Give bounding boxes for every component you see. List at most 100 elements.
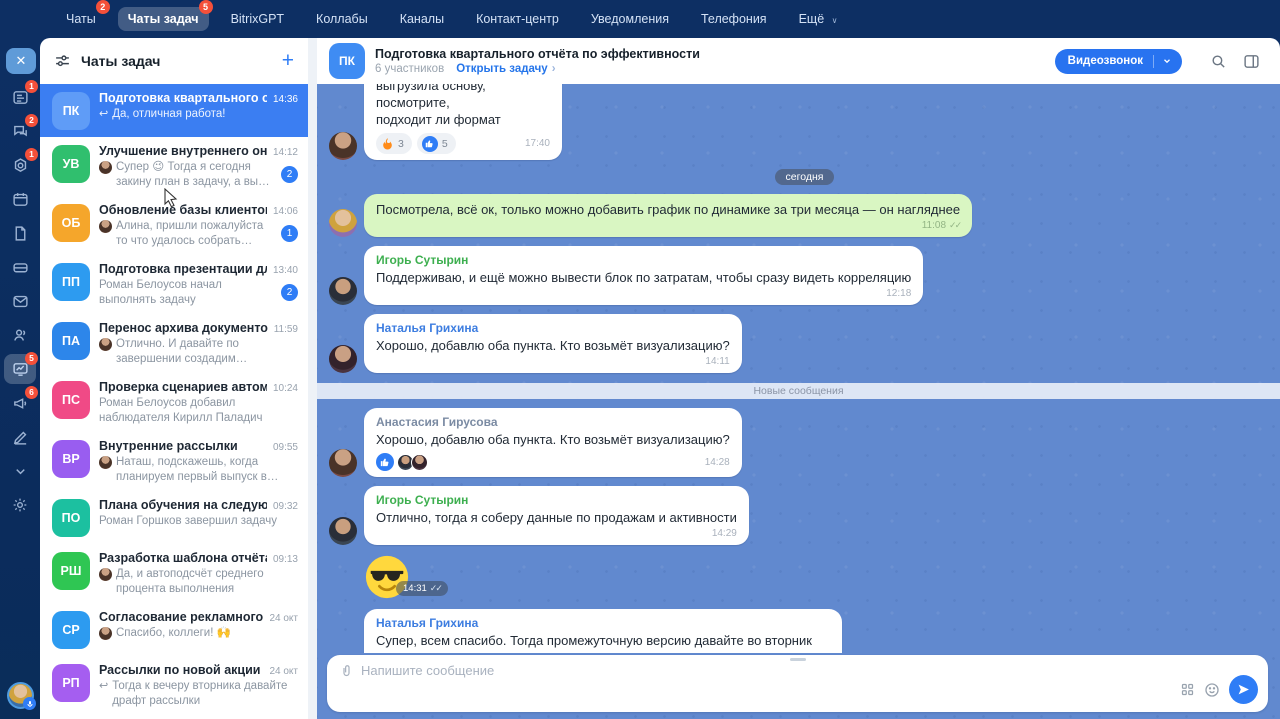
topnav-tab-label: Уведомления	[591, 12, 669, 26]
sidebar-settings-button[interactable]	[4, 490, 36, 520]
chat-list-item[interactable]: ПА Перенос архива документов 11:59 Отлич…	[40, 314, 308, 373]
mail-icon	[12, 293, 29, 310]
open-task-link[interactable]: Открыть задачу›	[456, 63, 555, 75]
create-chat-button[interactable]: +	[282, 51, 294, 71]
chat-title: Обновление базы клиентов	[99, 203, 267, 217]
chat-list-item[interactable]: СР Согласование рекламного мак... 24 окт…	[40, 603, 308, 656]
chat-list-item[interactable]: РШ Разработка шаблона отчёта по п... 09:…	[40, 544, 308, 603]
search-icon	[1210, 53, 1227, 70]
sidebar-item-sign[interactable]	[4, 422, 36, 452]
chevron-down-icon	[1162, 56, 1172, 66]
message-bubble[interactable]: Игорь Сутырин Поддерживаю, и ещё можно в…	[364, 246, 923, 305]
chat-avatar: РШ	[52, 552, 90, 590]
message-bubble[interactable]: Наталья Грихина Хорошо, добавлю оба пунк…	[364, 314, 742, 373]
topnav-tab-label: Чаты	[66, 12, 96, 26]
attach-paperclip-icon[interactable]	[339, 663, 354, 678]
video-call-button[interactable]: Видеозвонок	[1055, 49, 1182, 74]
message-row: Анастасия Гирусова Хорошо, добавлю оба п…	[329, 408, 1280, 477]
message-bubble[interactable]: Посмотрела, всё ок, только можно добавит…	[364, 194, 972, 237]
topnav-tab[interactable]: Уведомления	[581, 7, 679, 31]
chat-avatar: ПК	[52, 92, 90, 130]
topnav-tab[interactable]: Контакт-центр	[466, 7, 569, 31]
message-bubble[interactable]: выгрузила основу, посмотрите, подходит л…	[364, 84, 562, 160]
sidebar-item-documents[interactable]	[4, 218, 36, 248]
send-plane-icon	[1237, 683, 1250, 696]
chat-list-item[interactable]: ОБ Обновление базы клиентов 14:06 Алина,…	[40, 196, 308, 255]
chat-list-item[interactable]: ВР Внутренние рассылки 09:55 Наташ, подс…	[40, 432, 308, 491]
sidebar-item-drive[interactable]	[4, 252, 36, 282]
reaction-like[interactable]: 5	[417, 133, 456, 154]
reaction-like[interactable]	[376, 453, 394, 471]
smiley-icon	[1204, 682, 1220, 698]
chat-title: Перенос архива документов	[99, 321, 268, 335]
read-checks-icon: ✓✓	[430, 583, 441, 594]
toggle-sidebar-button[interactable]	[1239, 49, 1264, 74]
emoji-button[interactable]	[1204, 682, 1220, 698]
chat-avatar: ПП	[52, 263, 90, 301]
chat-list-item[interactable]: ПК Подготовка квартального отчёта... 14:…	[40, 84, 308, 137]
chat-list-item[interactable]: ПО Плана обучения на следующий к... 09:3…	[40, 491, 308, 544]
chats-badge: 2	[25, 114, 38, 127]
topnav-tab[interactable]: Чаты задач 5	[118, 7, 209, 31]
sidebar-item-mail[interactable]	[4, 286, 36, 316]
chat-header-avatar: ПК	[329, 43, 365, 79]
avatar	[329, 209, 357, 237]
people-icon	[12, 327, 29, 344]
chat-list-item[interactable]: ПК Планирование корпоративного... 23 окт…	[40, 715, 308, 719]
sticker-message[interactable]: 14:31✓✓	[364, 554, 1280, 600]
topnav-tab[interactable]: BitrixGPT	[221, 7, 294, 31]
chat-list-item[interactable]: УВ Улучшение внутреннего онборди... 14:1…	[40, 137, 308, 196]
copilot-assistant-button[interactable]	[7, 682, 34, 709]
sidebar-item-marketing[interactable]: 6	[4, 388, 36, 418]
message-row: Игорь Сутырин Отлично, тогда я соберу да…	[329, 486, 1280, 545]
topnav-tab[interactable]: Телефония	[691, 7, 777, 31]
chat-time: 11:59	[274, 324, 298, 335]
chat-panel: ПК Подготовка квартального отчёта по эфф…	[317, 38, 1280, 719]
message-bubble[interactable]: Игорь Сутырин Отлично, тогда я соберу да…	[364, 486, 749, 545]
chat-time: 24 окт	[269, 666, 298, 677]
topnav-tab-label: Каналы	[400, 12, 444, 26]
topnav-tab[interactable]: Коллабы	[306, 7, 378, 31]
apps-grid-button[interactable]	[1180, 682, 1195, 697]
composer-drag-handle[interactable]	[790, 658, 806, 661]
sidebar-item-tasks[interactable]: 1	[4, 150, 36, 180]
chat-list-item[interactable]: ПС Проверка сценариев автоматиче... 10:2…	[40, 373, 308, 432]
notification-badge: 5	[199, 0, 213, 14]
sidebar-item-chats[interactable]: 2	[4, 116, 36, 146]
sender-name: Наталья Грихина	[376, 616, 830, 630]
chat-body: выгрузила основу, посмотрите, подходит л…	[317, 84, 1280, 719]
chat-title: Плана обучения на следующий к...	[99, 498, 267, 512]
topnav-tabs: Чаты 2 Чаты задач 5 BitrixGPT Коллабы	[56, 7, 860, 31]
message-input[interactable]	[361, 663, 1256, 678]
sidebar-more-button[interactable]	[4, 456, 36, 486]
reactor-avatar	[411, 454, 428, 471]
topnav-tab[interactable]: Ещё ∨	[789, 7, 848, 31]
sidebar-item-calendar[interactable]	[4, 184, 36, 214]
message-row: Наталья Грихина Хорошо, добавлю оба пунк…	[329, 314, 1280, 373]
unread-badge: 1	[281, 225, 298, 242]
chat-time: 09:13	[273, 554, 298, 565]
chat-preview: Тогда к вечеру вторника давайте драфт ра…	[112, 679, 298, 708]
close-panel-button[interactable]: ✕	[6, 48, 36, 74]
topnav-tab[interactable]: Каналы	[390, 7, 454, 31]
search-button[interactable]	[1206, 49, 1231, 74]
send-button[interactable]	[1229, 675, 1258, 704]
message-composer[interactable]	[327, 655, 1268, 712]
topnav-tab-label: Чаты задач	[128, 12, 199, 26]
topnav-tab-label: BitrixGPT	[231, 12, 284, 26]
reaction-fire[interactable]: 3	[376, 133, 412, 154]
sidebar-item-news-feed[interactable]: 1	[4, 82, 36, 112]
sidebar-item-messenger-tasks[interactable]: 5	[4, 354, 36, 384]
message-stream[interactable]: выгрузила основу, посмотрите, подходит л…	[317, 84, 1280, 653]
avatar	[329, 517, 357, 545]
topnav-tab[interactable]: Чаты 2	[56, 7, 106, 31]
message-bubble[interactable]: Анастасия Гирусова Хорошо, добавлю оба п…	[364, 408, 742, 477]
message-bubble[interactable]: Наталья Грихина Супер, всем спасибо. Тог…	[364, 609, 842, 653]
filter-sliders-icon	[54, 53, 71, 70]
chat-list-item[interactable]: РП Рассылки по новой акции 24 окт ↩ Тогд…	[40, 656, 308, 715]
read-checks-icon: ✓✓	[949, 220, 960, 231]
chat-time: 14:06	[273, 206, 298, 217]
chat-list-item[interactable]: ПП Подготовка презентации для пар... 13:…	[40, 255, 308, 314]
sidebar-item-clients[interactable]	[4, 320, 36, 350]
filter-button[interactable]	[54, 53, 71, 70]
